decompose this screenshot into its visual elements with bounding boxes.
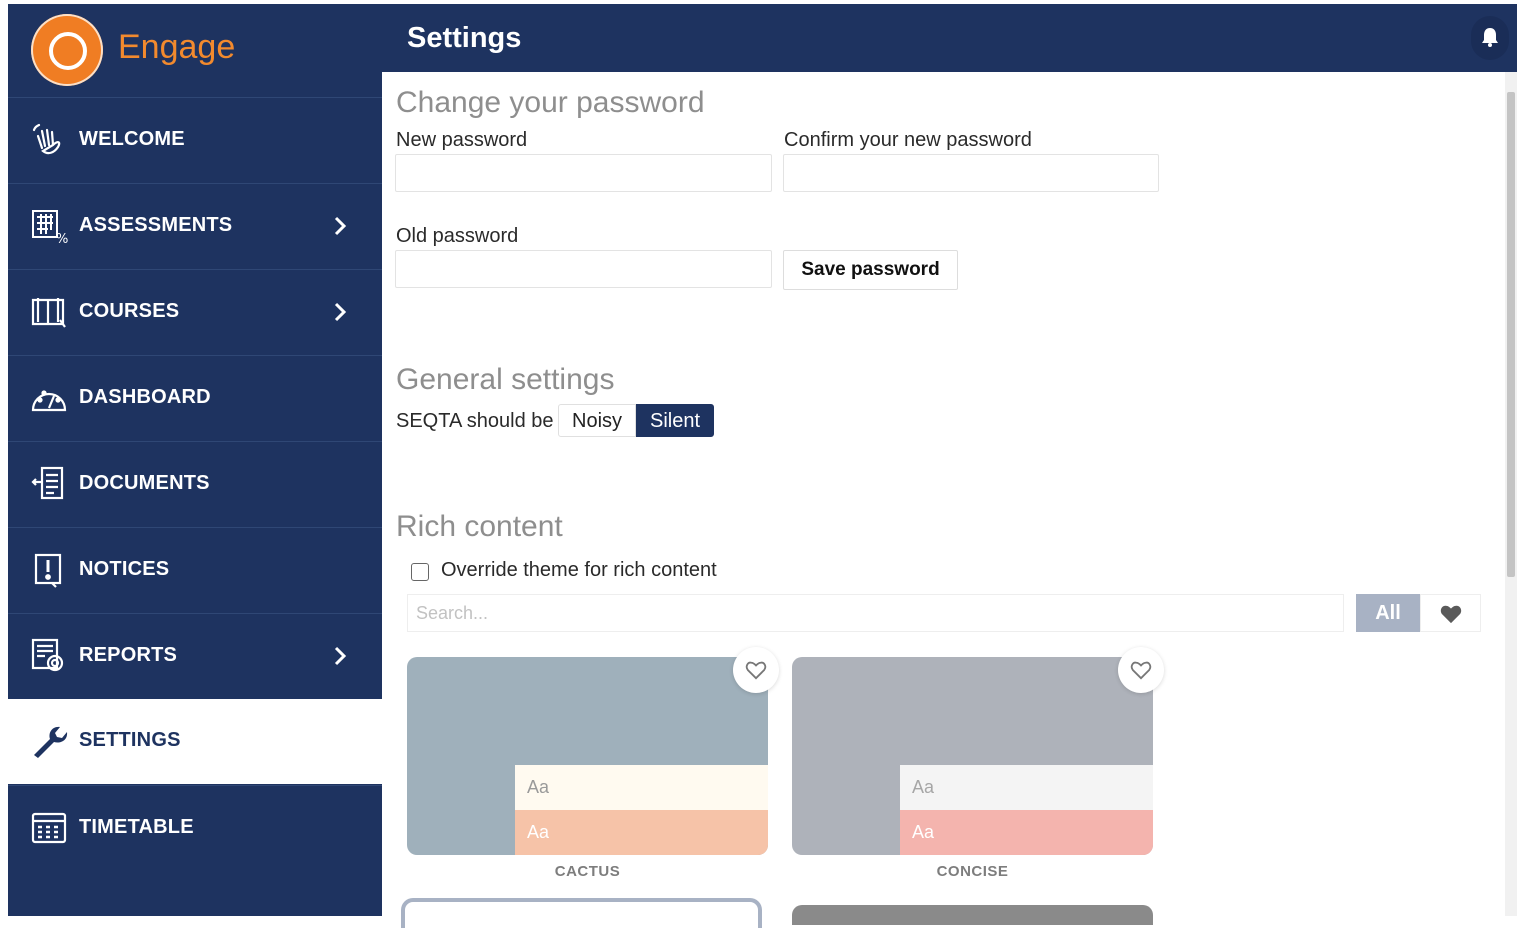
sidebar-item-label: DASHBOARD	[79, 386, 211, 408]
heart-outline-icon	[745, 661, 767, 680]
logo-mark-icon	[31, 14, 103, 86]
app-logo[interactable]: Engage	[8, 4, 382, 97]
chevron-right-icon	[334, 216, 347, 236]
sidebar-item-courses[interactable]: COURSES	[8, 269, 382, 354]
favourite-button[interactable]	[733, 647, 779, 693]
notifications-button[interactable]	[1471, 16, 1509, 60]
noisy-option[interactable]: Noisy	[558, 404, 637, 437]
old-password-field[interactable]	[395, 250, 772, 288]
seqta-sound-label: SEQTA should be	[396, 410, 554, 432]
confirm-password-field[interactable]	[783, 154, 1159, 192]
sidebar-item-timetable[interactable]: TIMETABLE	[8, 785, 382, 870]
theme-name: CACTUS	[554, 863, 621, 880]
silent-option[interactable]: Silent	[636, 404, 715, 437]
theme-card[interactable]	[401, 898, 762, 928]
page-title: Settings	[407, 22, 522, 54]
old-password-label: Old password	[396, 225, 519, 247]
gauge-icon	[31, 390, 67, 412]
sidebar-item-label: NOTICES	[79, 558, 170, 580]
theme-name: CONCISE	[936, 863, 1009, 880]
heart-icon	[1440, 605, 1462, 624]
filter-favourites-button[interactable]	[1420, 594, 1481, 632]
general-section-title: General settings	[396, 363, 615, 396]
sidebar-item-dashboard[interactable]: DASHBOARD	[8, 355, 382, 440]
svg-text:%: %	[56, 232, 68, 244]
heart-outline-icon	[1130, 661, 1152, 680]
filter-all-button[interactable]: All	[1356, 594, 1420, 632]
reports-icon	[31, 638, 64, 672]
scrollbar-thumb[interactable]	[1507, 92, 1515, 577]
top-header: Settings	[382, 4, 1517, 72]
logo-text: Engage	[118, 28, 236, 66]
sidebar-item-label: SETTINGS	[79, 729, 181, 751]
assessments-icon: %	[32, 210, 68, 244]
override-theme-label: Override theme for rich content	[441, 559, 717, 581]
chevron-right-icon	[334, 302, 347, 322]
sidebar-item-label: DOCUMENTS	[79, 472, 210, 494]
theme-card-cactus[interactable]: Aa Aa	[407, 657, 768, 855]
document-icon	[31, 466, 64, 500]
sidebar-item-label: ASSESSMENTS	[79, 214, 233, 236]
sound-toggle: Noisy Silent	[558, 404, 715, 437]
new-password-label: New password	[396, 129, 528, 151]
theme-search-input[interactable]	[407, 594, 1344, 632]
theme-accent-swatch: Aa	[900, 810, 1153, 855]
confirm-password-label: Confirm your new password	[784, 129, 1032, 151]
sidebar-item-notices[interactable]: NOTICES	[8, 527, 382, 612]
sidebar-item-label: WELCOME	[79, 128, 185, 150]
sidebar-item-label: TIMETABLE	[79, 816, 194, 838]
main-scrollbar[interactable]	[1505, 72, 1517, 916]
favourite-button[interactable]	[1118, 647, 1164, 693]
notice-icon	[34, 553, 62, 588]
sidebar-item-reports[interactable]: REPORTS	[8, 613, 382, 698]
save-password-button[interactable]: Save password	[783, 250, 958, 290]
calendar-icon	[31, 812, 67, 844]
sidebar-item-assessments[interactable]: % ASSESSMENTS	[8, 183, 382, 268]
bell-icon	[1482, 28, 1498, 47]
settings-content: Change your password New password Confir…	[383, 72, 1505, 928]
sidebar-item-welcome[interactable]: WELCOME	[8, 97, 382, 182]
book-icon	[31, 298, 66, 328]
theme-card[interactable]	[792, 905, 1153, 925]
theme-accent-swatch: Aa	[515, 810, 768, 855]
sidebar-item-documents[interactable]: DOCUMENTS	[8, 441, 382, 526]
wave-hand-icon	[32, 123, 61, 155]
sidebar-item-label: REPORTS	[79, 644, 178, 666]
wrench-icon	[34, 726, 68, 758]
sidebar-item-label: COURSES	[79, 300, 180, 322]
chevron-right-icon	[334, 646, 347, 666]
override-theme-checkbox[interactable]	[411, 563, 429, 581]
rich-content-section-title: Rich content	[396, 510, 563, 543]
new-password-field[interactable]	[395, 154, 772, 192]
password-section-title: Change your password	[396, 86, 705, 119]
theme-card-concise[interactable]: Aa Aa	[792, 657, 1153, 855]
sidebar-item-settings[interactable]: SETTINGS	[8, 699, 382, 784]
sidebar: Engage WELCOME % ASSESSMENTS COURSES DAS…	[8, 4, 382, 916]
theme-light-swatch: Aa	[900, 765, 1153, 810]
theme-light-swatch: Aa	[515, 765, 768, 810]
